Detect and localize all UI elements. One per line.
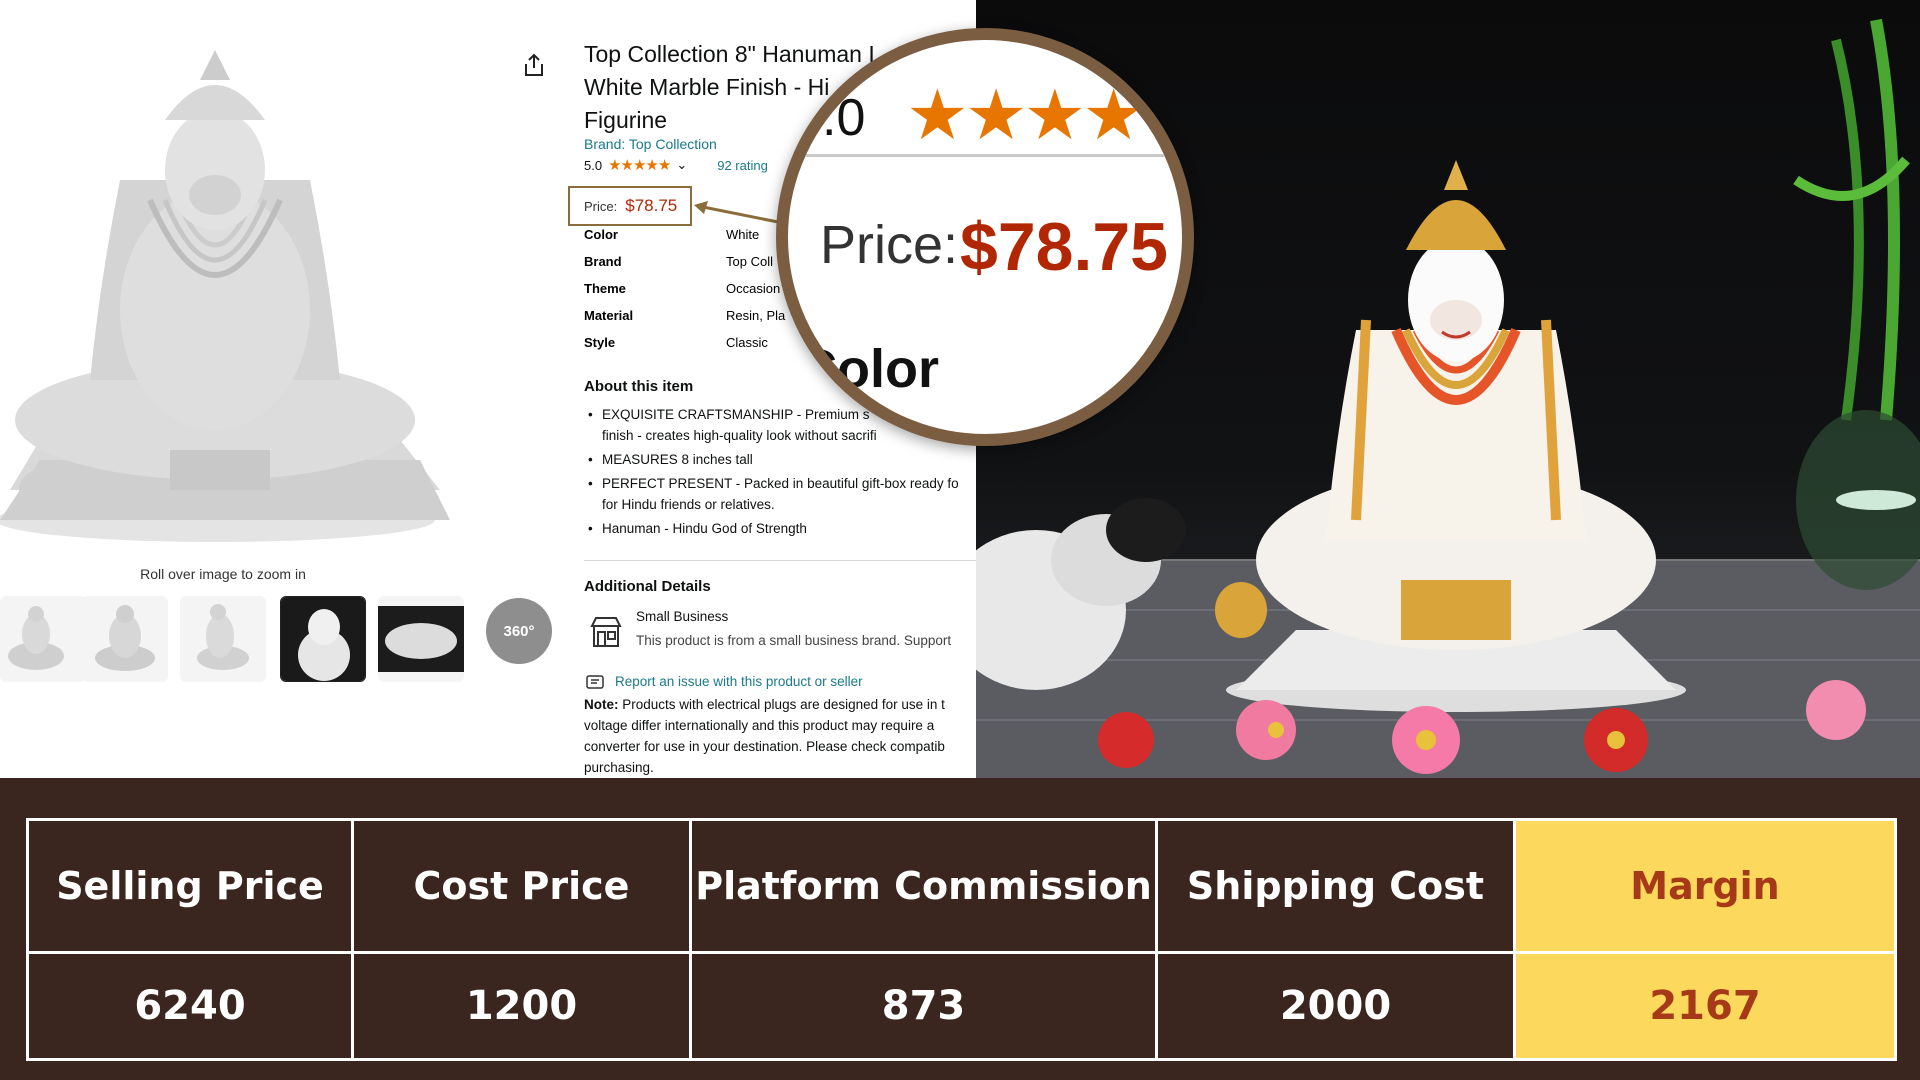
header-shipping-cost: Shipping Cost	[1155, 818, 1516, 954]
header-margin: Margin	[1513, 818, 1897, 954]
margin-table: Selling Price Cost Price Platform Commis…	[26, 818, 1897, 1061]
price-box: Price: $78.75	[568, 186, 692, 226]
thumbnail-3[interactable]	[180, 596, 266, 682]
electrical-note: Note: Products with electrical plugs are…	[584, 694, 976, 778]
price-magnifier-callout: .0 ★★★★ Price: $78.75 Color	[776, 28, 1194, 446]
share-icon[interactable]	[522, 52, 546, 78]
spec-key: Style	[584, 335, 616, 350]
spec-key: Color	[584, 227, 618, 242]
header-platform-commission: Platform Commission	[689, 818, 1158, 954]
header-cost-price: Cost Price	[351, 818, 692, 954]
note-text: Products with electrical plugs are desig…	[584, 697, 945, 775]
spec-value: Occasion	[726, 281, 781, 296]
view-360-button[interactable]: 360°	[486, 598, 552, 664]
chevron-down-icon[interactable]: ⌄	[676, 157, 687, 173]
small-business-title: Small Business	[636, 609, 729, 624]
magnified-divider	[788, 154, 1182, 157]
spec-key: Brand	[584, 254, 622, 269]
store-icon	[590, 617, 622, 647]
report-issue-link[interactable]: Report an issue with this product or sel…	[615, 674, 863, 689]
zoom-hint: Roll over image to zoom in	[140, 566, 306, 582]
bullet-item: Hanuman - Hindu God of Strength	[584, 518, 976, 539]
value-selling-price: 6240	[26, 951, 354, 1061]
about-heading: About this item	[584, 378, 694, 395]
value-shipping-cost: 2000	[1155, 951, 1516, 1061]
spec-value: Resin, Pla	[726, 308, 786, 323]
table-header-row: Selling Price Cost Price Platform Commis…	[26, 818, 1897, 954]
spec-value: Classic	[726, 335, 768, 350]
rating-stars[interactable]: ★★★★★	[608, 156, 671, 174]
magnified-rating: .0	[822, 89, 866, 147]
header-selling-price: Selling Price	[26, 818, 354, 954]
value-cost-price: 1200	[351, 951, 692, 1061]
magnified-price-label: Price:	[820, 215, 959, 275]
note-label: Note:	[584, 697, 619, 712]
value-margin: 2167	[1513, 951, 1897, 1061]
rating-value: 5.0	[584, 157, 603, 173]
spec-key: Theme	[584, 281, 626, 296]
value-platform-commission: 873	[689, 951, 1158, 1061]
price-value: $78.75	[625, 196, 678, 215]
small-business-desc: This product is from a small business br…	[636, 633, 952, 648]
additional-details-heading: Additional Details	[584, 578, 711, 595]
spec-value: White	[726, 227, 760, 242]
thumbnail-4-selected[interactable]	[280, 596, 366, 682]
magnified-stars: ★★★★	[906, 76, 1145, 154]
bullet-item: PERFECT PRESENT - Packed in beautiful gi…	[584, 473, 976, 515]
spec-value: Top Coll	[726, 254, 773, 269]
magnified-price: $78.75	[960, 209, 1168, 285]
price-label: Price:	[584, 198, 618, 214]
rating-count-link[interactable]: 92 rating	[717, 158, 768, 173]
main-product-image[interactable]	[0, 20, 450, 560]
table-value-row: 6240 1200 873 2000 2167	[26, 951, 1897, 1061]
rating-row: 5.0 ★★★★★ ⌄ 92 rating	[584, 156, 768, 174]
report-flag-icon	[586, 675, 604, 689]
bullet-item: MEASURES 8 inches tall	[584, 449, 976, 470]
spec-key: Material	[584, 308, 634, 323]
thumbnail-2[interactable]	[82, 596, 168, 682]
screen: Roll over image to zoom in 360° Top Coll…	[0, 0, 1920, 1080]
thumbnail-5[interactable]	[378, 596, 464, 682]
magnified-color-label: Color	[798, 339, 939, 399]
section-divider	[584, 560, 976, 561]
thumbnail-1[interactable]	[0, 596, 86, 682]
brand-link[interactable]: Brand: Top Collection	[584, 136, 717, 152]
